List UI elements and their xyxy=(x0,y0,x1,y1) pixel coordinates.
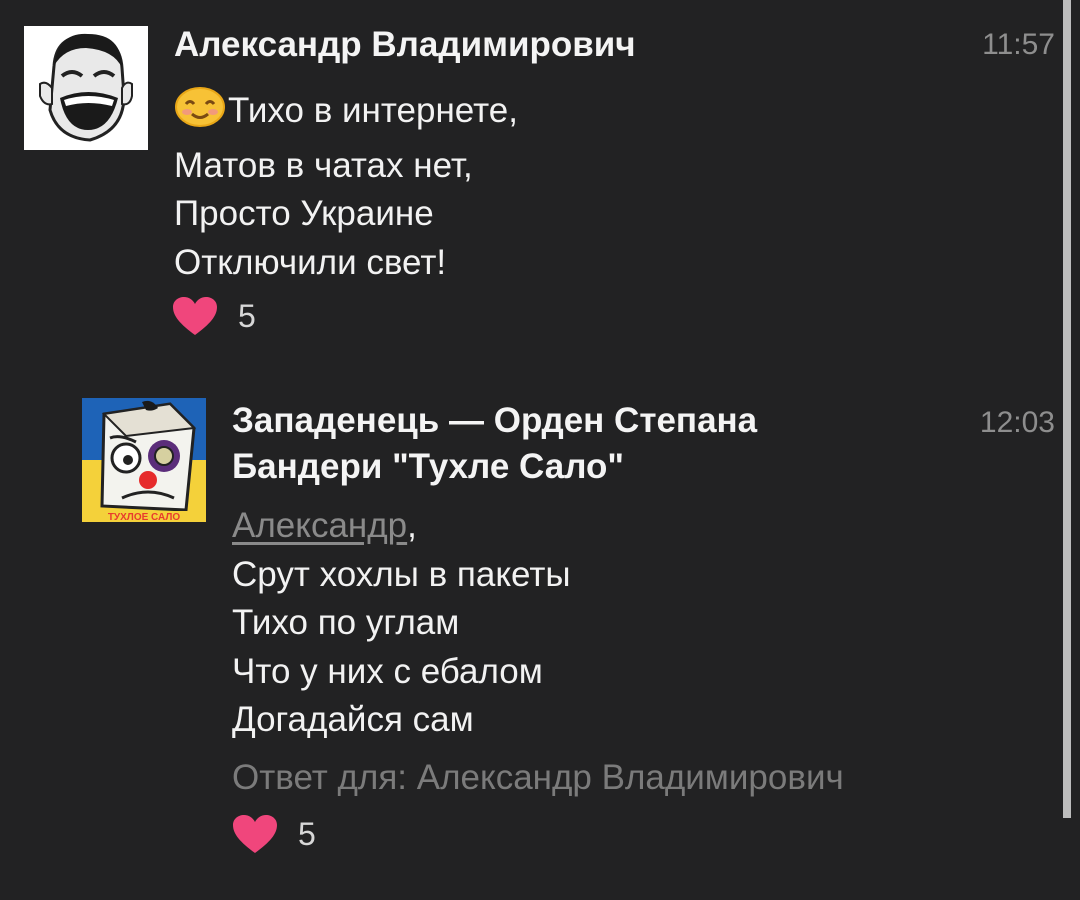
comment-text: Тихо в интернете, Матов в чатах нет, Про… xyxy=(174,86,518,287)
comment-time: 12:03 xyxy=(979,406,1055,439)
troll-face-avatar-icon xyxy=(24,26,148,150)
comment-text: Александр, Срут хохлы в пакеты Тихо по у… xyxy=(232,502,571,745)
comment-line: Матов в чатах нет, xyxy=(174,145,473,185)
comment-2: ТУХЛОЕ САЛО Западенець — Орден Степана Б… xyxy=(0,380,1080,880)
comment-author-line: Западенець — Орден Степана xyxy=(232,401,758,440)
comment-line-text: Тихо в интернете, xyxy=(228,91,518,130)
mention-suffix: , xyxy=(407,506,417,545)
mention-link[interactable]: Александр xyxy=(232,506,407,545)
comment-author[interactable]: Западенець — Орден Степана Бандери "Тухл… xyxy=(232,398,757,490)
avatar-caption: ТУХЛОЕ САЛО xyxy=(108,512,181,522)
like-count: 5 xyxy=(298,815,316,852)
comment-line: Отключили свет! xyxy=(174,242,447,282)
smiling-emoji-icon xyxy=(174,86,226,142)
comment-author[interactable]: Александр Владимирович xyxy=(174,22,636,68)
like-count: 5 xyxy=(238,297,256,334)
comment-line: Срут хохлы в пакеты xyxy=(232,554,571,594)
comment-time: 11:57 xyxy=(982,28,1055,61)
like-button[interactable]: 5 xyxy=(172,296,256,336)
comment-author-line: Бандери "Тухле Сало" xyxy=(232,447,624,486)
comment-line: Догадайся сам xyxy=(232,700,474,739)
comment-line: Александр, xyxy=(232,502,571,551)
heart-icon xyxy=(173,297,217,335)
comment-line: Просто Украине xyxy=(174,194,434,233)
reply-to-label[interactable]: Ответ для: Александр Владимирович xyxy=(232,758,844,798)
avatar[interactable]: ТУХЛОЕ САЛО xyxy=(82,398,206,522)
comment-line: Что у них с ебалом xyxy=(232,651,543,691)
comment-line: Тихо по углам xyxy=(232,603,460,642)
avatar[interactable] xyxy=(24,26,148,150)
comment-1: Александр Владимирович 11:57 Тихо в инте… xyxy=(0,0,1080,360)
comment-line: Тихо в интернете, xyxy=(174,86,518,142)
scrollbar[interactable] xyxy=(1063,0,1071,818)
salo-cartoon-avatar-icon: ТУХЛОЕ САЛО xyxy=(82,398,206,522)
like-button[interactable]: 5 xyxy=(232,814,316,854)
heart-icon xyxy=(233,815,277,853)
